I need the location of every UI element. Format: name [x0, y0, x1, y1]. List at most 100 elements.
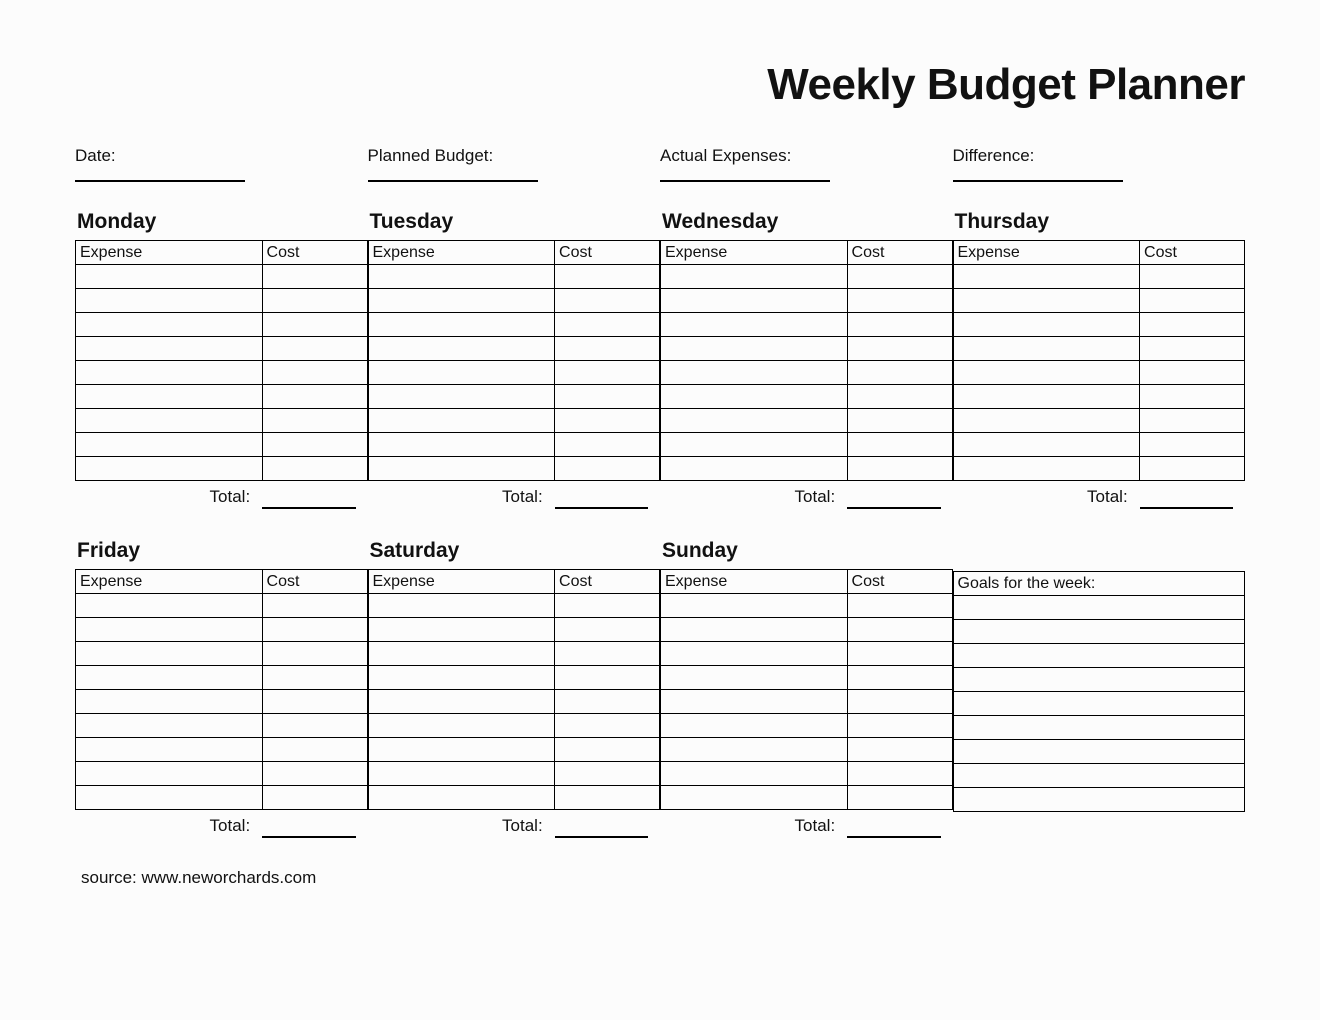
expense-cell[interactable]: [661, 313, 848, 337]
cost-cell[interactable]: [262, 433, 367, 457]
cost-cell[interactable]: [262, 457, 367, 481]
actual-expenses-underline[interactable]: [660, 180, 830, 182]
cost-cell[interactable]: [555, 666, 660, 690]
expense-cell[interactable]: [953, 409, 1140, 433]
cost-cell[interactable]: [555, 433, 660, 457]
expense-cell[interactable]: [368, 361, 555, 385]
cost-cell[interactable]: [262, 714, 367, 738]
expense-cell[interactable]: [661, 666, 848, 690]
difference-underline[interactable]: [953, 180, 1123, 182]
total-underline[interactable]: [555, 836, 649, 838]
cost-cell[interactable]: [847, 385, 952, 409]
expense-cell[interactable]: [76, 762, 263, 786]
expense-cell[interactable]: [661, 409, 848, 433]
cost-cell[interactable]: [1140, 457, 1245, 481]
cost-cell[interactable]: [555, 265, 660, 289]
cost-cell[interactable]: [262, 337, 367, 361]
expense-cell[interactable]: [76, 385, 263, 409]
cost-cell[interactable]: [847, 714, 952, 738]
expense-cell[interactable]: [661, 594, 848, 618]
total-underline[interactable]: [555, 507, 649, 509]
cost-cell[interactable]: [1140, 313, 1245, 337]
expense-cell[interactable]: [76, 409, 263, 433]
goals-cell[interactable]: [953, 788, 1245, 812]
cost-cell[interactable]: [555, 337, 660, 361]
cost-cell[interactable]: [555, 594, 660, 618]
date-underline[interactable]: [75, 180, 245, 182]
expense-cell[interactable]: [76, 690, 263, 714]
cost-cell[interactable]: [555, 457, 660, 481]
cost-cell[interactable]: [555, 618, 660, 642]
goals-cell[interactable]: [953, 620, 1245, 644]
cost-cell[interactable]: [847, 786, 952, 810]
cost-cell[interactable]: [262, 786, 367, 810]
cost-cell[interactable]: [847, 433, 952, 457]
expense-cell[interactable]: [661, 265, 848, 289]
expense-cell[interactable]: [368, 313, 555, 337]
expense-cell[interactable]: [368, 714, 555, 738]
cost-cell[interactable]: [262, 289, 367, 313]
cost-cell[interactable]: [555, 762, 660, 786]
goals-cell[interactable]: [953, 596, 1245, 620]
expense-cell[interactable]: [76, 786, 263, 810]
expense-cell[interactable]: [368, 433, 555, 457]
cost-cell[interactable]: [847, 337, 952, 361]
cost-cell[interactable]: [555, 642, 660, 666]
expense-cell[interactable]: [953, 265, 1140, 289]
expense-cell[interactable]: [368, 337, 555, 361]
expense-cell[interactable]: [368, 762, 555, 786]
goals-cell[interactable]: [953, 692, 1245, 716]
expense-cell[interactable]: [76, 714, 263, 738]
expense-cell[interactable]: [76, 361, 263, 385]
cost-cell[interactable]: [262, 738, 367, 762]
expense-cell[interactable]: [953, 433, 1140, 457]
expense-cell[interactable]: [661, 361, 848, 385]
cost-cell[interactable]: [1140, 337, 1245, 361]
expense-cell[interactable]: [368, 385, 555, 409]
cost-cell[interactable]: [1140, 433, 1245, 457]
total-underline[interactable]: [847, 836, 941, 838]
expense-cell[interactable]: [661, 337, 848, 361]
expense-cell[interactable]: [76, 337, 263, 361]
cost-cell[interactable]: [262, 361, 367, 385]
cost-cell[interactable]: [847, 738, 952, 762]
expense-cell[interactable]: [76, 265, 263, 289]
cost-cell[interactable]: [555, 289, 660, 313]
cost-cell[interactable]: [262, 618, 367, 642]
cost-cell[interactable]: [847, 642, 952, 666]
cost-cell[interactable]: [1140, 361, 1245, 385]
expense-cell[interactable]: [661, 457, 848, 481]
cost-cell[interactable]: [262, 594, 367, 618]
cost-cell[interactable]: [262, 409, 367, 433]
cost-cell[interactable]: [555, 738, 660, 762]
expense-cell[interactable]: [661, 642, 848, 666]
cost-cell[interactable]: [262, 666, 367, 690]
expense-cell[interactable]: [661, 289, 848, 313]
goals-cell[interactable]: [953, 764, 1245, 788]
expense-cell[interactable]: [76, 618, 263, 642]
cost-cell[interactable]: [262, 690, 367, 714]
cost-cell[interactable]: [555, 385, 660, 409]
expense-cell[interactable]: [368, 409, 555, 433]
expense-cell[interactable]: [368, 289, 555, 313]
expense-cell[interactable]: [76, 433, 263, 457]
cost-cell[interactable]: [262, 265, 367, 289]
cost-cell[interactable]: [847, 289, 952, 313]
cost-cell[interactable]: [262, 762, 367, 786]
expense-cell[interactable]: [368, 666, 555, 690]
cost-cell[interactable]: [847, 265, 952, 289]
expense-cell[interactable]: [661, 786, 848, 810]
expense-cell[interactable]: [661, 738, 848, 762]
cost-cell[interactable]: [847, 762, 952, 786]
expense-cell[interactable]: [661, 762, 848, 786]
expense-cell[interactable]: [76, 457, 263, 481]
expense-cell[interactable]: [76, 666, 263, 690]
planned-budget-underline[interactable]: [368, 180, 538, 182]
cost-cell[interactable]: [1140, 289, 1245, 313]
expense-cell[interactable]: [368, 642, 555, 666]
expense-cell[interactable]: [661, 433, 848, 457]
cost-cell[interactable]: [847, 618, 952, 642]
goals-cell[interactable]: [953, 668, 1245, 692]
cost-cell[interactable]: [555, 786, 660, 810]
cost-cell[interactable]: [555, 409, 660, 433]
